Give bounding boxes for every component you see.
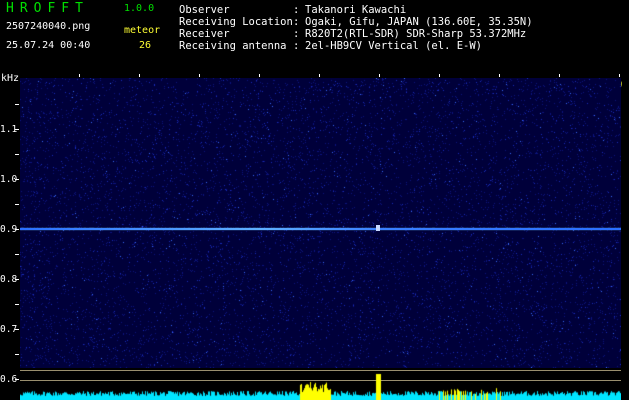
carrier-signal-line: [20, 228, 621, 230]
date-time: 25.07.24 00:40: [6, 40, 91, 51]
info-key: Observer: [179, 4, 230, 16]
x-tick: [259, 74, 260, 77]
y-tick: [15, 254, 19, 255]
meteor-echo-mark: [376, 225, 380, 231]
x-tick: [439, 74, 440, 77]
file-name: 2507240040.png: [6, 21, 91, 32]
spectrum-strip: [20, 370, 621, 400]
waterfall-plot: [20, 78, 621, 368]
info-key: Receiving antenna: [179, 40, 287, 52]
x-tick: [139, 74, 140, 77]
y-tick: [15, 204, 19, 205]
info-value: Takanori Kawachi: [305, 4, 407, 16]
x-tick: [379, 74, 380, 77]
y-tick: [15, 229, 19, 230]
info-row-receiver: Receiver: R820T2(RTL-SDR) SDR-Sharp 53.37…: [179, 28, 527, 40]
info-value: R820T2(RTL-SDR) SDR-Sharp 53.372MHz: [305, 28, 527, 40]
y-axis-unit: kHz: [1, 73, 20, 84]
x-tick: [499, 74, 500, 77]
info-value: 2el-HB9CV Vertical (el. E-W): [305, 40, 483, 52]
y-tick: [15, 179, 19, 180]
waterfall-noise: [20, 78, 621, 368]
meteor-count: 26: [139, 40, 152, 51]
x-tick: [559, 74, 560, 77]
info-key: Receiving Location: [179, 16, 293, 28]
y-tick: [15, 104, 19, 105]
app-version: 1.0.0: [124, 3, 155, 14]
y-tick: [15, 304, 19, 305]
y-tick: [15, 354, 19, 355]
info-row-observer: Observer: Takanori Kawachi: [179, 4, 407, 16]
info-row-location: Receiving Location: Ogaki, Gifu, JAPAN (1…: [179, 16, 533, 28]
x-tick: [619, 74, 620, 77]
meteor-label: meteor: [124, 25, 161, 36]
y-tick: [15, 154, 19, 155]
y-tick: [15, 129, 19, 130]
info-key: Receiver: [179, 28, 230, 40]
app-title: HROFFT: [6, 1, 89, 16]
x-tick: [79, 74, 80, 77]
info-row-antenna: Receiving antenna:2el-HB9CV Vertical (el…: [179, 40, 483, 52]
y-tick: [15, 379, 19, 380]
info-value: Ogaki, Gifu, JAPAN (136.60E, 35.35N): [305, 16, 533, 28]
y-tick: [15, 329, 19, 330]
y-tick: [15, 279, 19, 280]
x-tick: [319, 74, 320, 77]
x-tick: [199, 74, 200, 77]
